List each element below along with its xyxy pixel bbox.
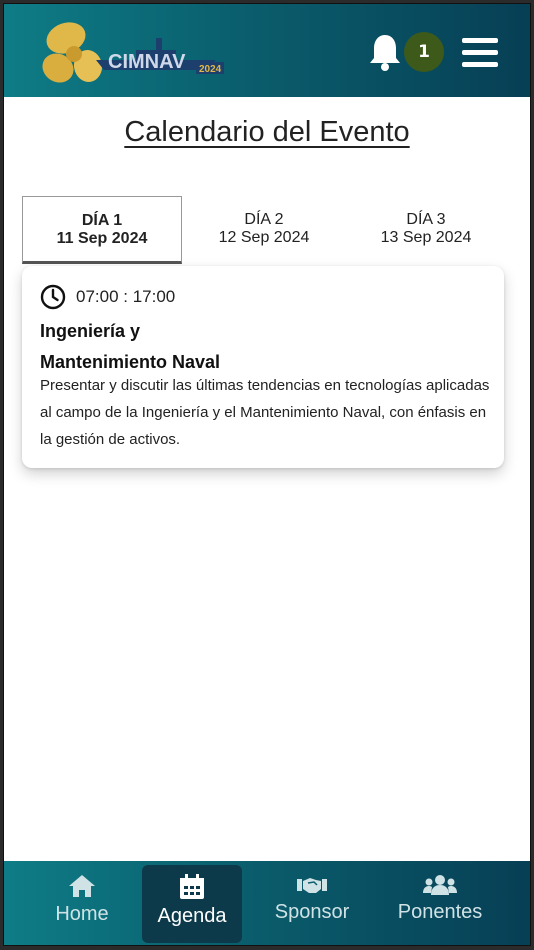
event-time: 07:00 : 17:00 bbox=[76, 287, 176, 306]
cimnav-logo[interactable]: CIMNAV 2024 bbox=[36, 16, 236, 88]
nav-sponsor[interactable]: Sponsor bbox=[262, 865, 362, 943]
handshake-icon bbox=[297, 878, 327, 893]
home-icon bbox=[69, 875, 95, 897]
page-title: Calendario del Evento bbox=[124, 116, 410, 148]
app-header: CIMNAV 2024 1 bbox=[4, 4, 530, 97]
users-icon bbox=[423, 875, 457, 895]
logo-text: CIMNAV bbox=[108, 51, 186, 73]
tab-day-1[interactable]: DÍA 1 11 Sep 2024 bbox=[22, 196, 182, 264]
day-tabs: DÍA 1 11 Sep 2024 DÍA 2 12 Sep 2024 DÍA … bbox=[22, 196, 510, 264]
event-time-row: 07:00 : 17:00 bbox=[40, 284, 175, 310]
notification-badge[interactable]: 1 bbox=[404, 32, 444, 72]
tab-date-label: 12 Sep 2024 bbox=[218, 229, 310, 246]
bell-icon[interactable] bbox=[368, 32, 402, 72]
nav-home-label: Home bbox=[55, 903, 109, 925]
nav-agenda-label: Agenda bbox=[157, 905, 227, 927]
logo-year: 2024 bbox=[199, 64, 222, 75]
event-card[interactable]: 07:00 : 17:00 Ingeniería y Mantenimiento… bbox=[22, 266, 504, 468]
bottom-nav: Home Agenda Sponsor Ponentes bbox=[4, 861, 530, 945]
nav-home[interactable]: Home bbox=[32, 865, 132, 943]
event-description: Presentar y discutir las últimas tendenc… bbox=[40, 377, 490, 448]
app-frame: CIMNAV 2024 1 Calendario del Evento DÍA … bbox=[3, 3, 531, 946]
event-title: Ingeniería y Mantenimiento Naval bbox=[40, 316, 480, 378]
tab-day-label: DÍA 1 bbox=[81, 212, 123, 229]
tab-day-label: DÍA 3 bbox=[406, 211, 446, 228]
nav-ponentes[interactable]: Ponentes bbox=[390, 865, 490, 943]
clock-icon bbox=[40, 284, 66, 310]
tab-date-label: 13 Sep 2024 bbox=[380, 229, 472, 246]
hamburger-menu-icon[interactable] bbox=[462, 36, 498, 68]
tab-day-2[interactable]: DÍA 2 12 Sep 2024 bbox=[184, 196, 344, 264]
tab-day-label: DÍA 2 bbox=[244, 211, 284, 228]
tab-day-3[interactable]: DÍA 3 13 Sep 2024 bbox=[346, 196, 506, 264]
nav-agenda[interactable]: Agenda bbox=[142, 865, 242, 943]
event-title-line-1: Ingeniería y bbox=[40, 321, 141, 341]
nav-sponsor-label: Sponsor bbox=[274, 901, 350, 923]
tab-date-label: 11 Sep 2024 bbox=[56, 230, 148, 247]
nav-ponentes-label: Ponentes bbox=[397, 901, 483, 923]
calendar-icon bbox=[180, 874, 204, 899]
